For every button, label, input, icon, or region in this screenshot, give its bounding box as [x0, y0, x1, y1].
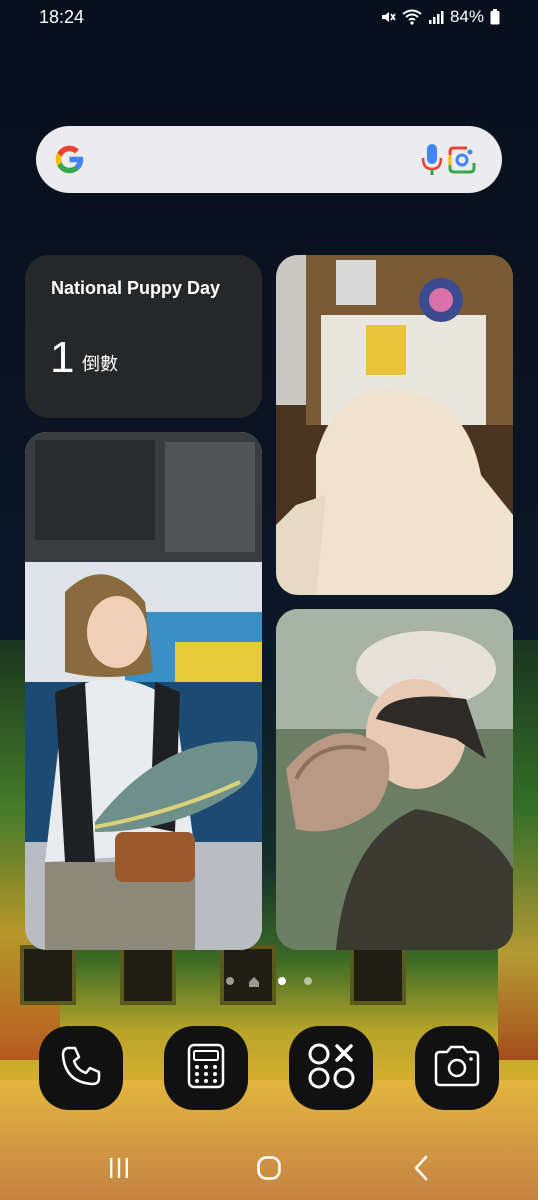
home-button[interactable] [249, 1150, 289, 1190]
calculator-app-button[interactable] [164, 1026, 248, 1110]
home-page-icon [248, 975, 260, 993]
back-icon [410, 1155, 432, 1186]
signal-icon [428, 9, 444, 25]
countdown-title: National Puppy Day [51, 278, 221, 298]
mute-icon [380, 9, 396, 25]
google-lens-icon[interactable] [447, 145, 477, 180]
battery-percent: 84% [449, 7, 484, 26]
recents-button[interactable] [99, 1150, 139, 1190]
apps-drawer-button[interactable] [289, 1026, 373, 1110]
status-icons: 84% [380, 7, 500, 27]
calculator-icon [184, 1042, 228, 1095]
photo-man-kissing-fish[interactable] [276, 609, 513, 950]
countdown-unit: 倒數 [82, 354, 118, 374]
phone-app-button[interactable] [39, 1026, 123, 1110]
navigation-bar [0, 1140, 538, 1200]
status-time: 18:24 [39, 7, 85, 27]
back-button[interactable] [401, 1150, 441, 1190]
countdown-number: 1 [50, 333, 75, 382]
apps-grid-icon [304, 1039, 358, 1098]
page-indicator [224, 975, 314, 987]
page-dot [304, 977, 312, 985]
home-icon [256, 1155, 282, 1186]
countdown-widget[interactable]: National Puppy Day 1 倒數 [25, 255, 262, 418]
photo-woman-holding-fish[interactable] [25, 432, 262, 950]
google-g-icon [53, 143, 86, 181]
photo-stuffed-toy-corkboard[interactable] [276, 255, 513, 595]
battery-icon [490, 9, 500, 25]
recents-icon [107, 1156, 131, 1185]
phone-icon [57, 1042, 105, 1095]
camera-icon [432, 1044, 482, 1093]
camera-app-button[interactable] [415, 1026, 499, 1110]
search-bar[interactable] [36, 126, 502, 193]
page-dot-current [278, 977, 286, 985]
wifi-icon [402, 9, 422, 25]
page-dot [226, 977, 234, 985]
status-bar: 18:24 84% [0, 0, 538, 34]
microphone-icon[interactable] [418, 143, 446, 182]
